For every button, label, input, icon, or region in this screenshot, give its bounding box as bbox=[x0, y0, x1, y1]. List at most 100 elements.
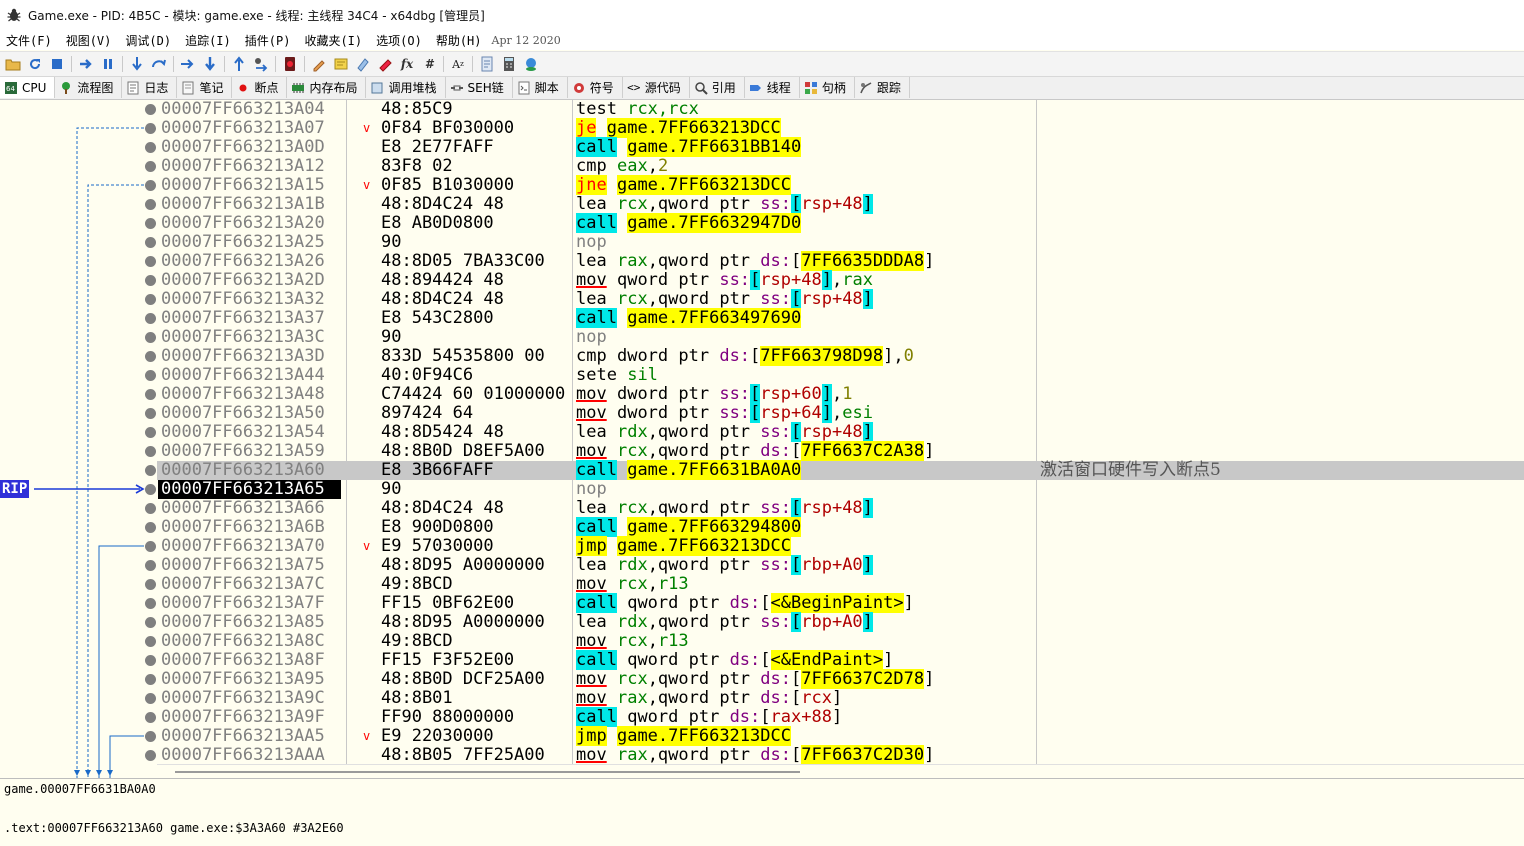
step-over-icon[interactable] bbox=[150, 55, 168, 73]
breakpoint-toggle-icon[interactable] bbox=[145, 579, 156, 590]
tab-references[interactable]: 引用 bbox=[690, 77, 745, 98]
instruction-row[interactable]: 00007FF663213A7C 49:8BCD mov rcx,r13 bbox=[145, 575, 1524, 594]
tab-symbols[interactable]: 符号 bbox=[568, 77, 623, 98]
menu-plugins[interactable]: 插件(P) bbox=[239, 32, 299, 49]
instruction-row[interactable]: 00007FF663213A85 48:8D95 A0000000 lea rdx,… bbox=[145, 612, 1524, 632]
breakpoint-toggle-icon[interactable] bbox=[145, 503, 156, 514]
tab-handles[interactable]: 句柄 bbox=[800, 77, 855, 98]
instruction-row[interactable]: 00007FF663213A9C 48:8B01 mov rax,qword ptr… bbox=[145, 689, 1524, 708]
pause-icon[interactable] bbox=[99, 55, 117, 73]
font-icon[interactable]: Az bbox=[449, 55, 467, 73]
tab-threads[interactable]: 线程 bbox=[745, 77, 800, 98]
instruction-row[interactable]: 00007FF663213A3D 833D 54535800 00 cmp dwor… bbox=[145, 346, 1524, 366]
instruction-row[interactable]: 00007FF663213AA5 v E9 22030000 jmp game.7FF… bbox=[145, 726, 1524, 746]
stop-icon[interactable] bbox=[48, 55, 66, 73]
instruction-row[interactable]: 00007FF663213A32 48:8D4C24 48 lea rcx,qwor… bbox=[145, 289, 1524, 309]
horizontal-scrollbar[interactable] bbox=[157, 764, 1524, 778]
breakpoint-toggle-icon[interactable] bbox=[145, 275, 156, 286]
label-icon[interactable] bbox=[332, 55, 350, 73]
execute-till-return-icon[interactable] bbox=[230, 55, 248, 73]
trace-into-icon[interactable] bbox=[179, 55, 197, 73]
instruction-row[interactable]: 00007FF663213A50 897424 64 mov dword ptr s… bbox=[145, 403, 1524, 423]
instruction-row[interactable]: 00007FF663213A2D 48:894424 48 mov qword pt… bbox=[145, 270, 1524, 290]
instruction-row[interactable]: 00007FF663213A25 90 nop bbox=[145, 233, 1524, 252]
instruction-row[interactable]: 00007FF663213A9F FF90 88000000 call qword … bbox=[145, 707, 1524, 727]
fx-icon[interactable]: fx bbox=[398, 55, 416, 73]
tab-source[interactable]: <> 源代码 bbox=[623, 77, 690, 98]
trace-over-icon[interactable] bbox=[201, 55, 219, 73]
breakpoint-toggle-icon[interactable] bbox=[145, 408, 156, 419]
instruction-row[interactable]: 00007FF663213A07 v 0F84 BF030000 je game.7F… bbox=[145, 118, 1524, 138]
breakpoint-toggle-icon[interactable] bbox=[145, 522, 156, 533]
instruction-row[interactable]: 00007FF663213A7F FF15 0BF62E00 call qword … bbox=[145, 593, 1524, 613]
breakpoint-toggle-icon[interactable] bbox=[145, 104, 156, 115]
open-icon[interactable] bbox=[4, 55, 22, 73]
breakpoint-toggle-icon[interactable] bbox=[145, 693, 156, 704]
instruction-row[interactable]: 00007FF663213A8C 49:8BCD mov rcx,r13 bbox=[145, 632, 1524, 651]
help-icon[interactable] bbox=[522, 55, 540, 73]
breakpoint-toggle-icon[interactable] bbox=[145, 199, 156, 210]
breakpoint-toggle-icon[interactable] bbox=[145, 446, 156, 457]
instruction-row[interactable]: 00007FF663213A95 48:8B0D DCF25A00 mov rcx,… bbox=[145, 669, 1524, 689]
tab-script[interactable]: 脚本 bbox=[513, 77, 568, 98]
breakpoint-icon[interactable] bbox=[281, 55, 299, 73]
breakpoint-toggle-icon[interactable] bbox=[145, 218, 156, 229]
tab-graph[interactable]: 流程图 bbox=[55, 77, 123, 98]
instruction-row[interactable]: 00007FF663213A65 90 nop bbox=[145, 480, 1524, 499]
breakpoint-toggle-icon[interactable] bbox=[145, 389, 156, 400]
breakpoint-toggle-icon[interactable] bbox=[145, 180, 156, 191]
tab-cpu[interactable]: 64 CPU bbox=[0, 77, 56, 98]
instruction-row[interactable]: 00007FF663213A1B 48:8D4C24 48 lea rcx,qwor… bbox=[145, 194, 1524, 214]
instruction-row[interactable]: 00007FF663213A15 v 0F85 B1030000 jne game.7… bbox=[145, 175, 1524, 195]
breakpoint-toggle-icon[interactable] bbox=[145, 313, 156, 324]
tab-notes[interactable]: 笔记 bbox=[177, 77, 233, 98]
instruction-row[interactable]: 00007FF663213A8F FF15 F3F52E00 call qword … bbox=[145, 650, 1524, 670]
breakpoint-toggle-icon[interactable] bbox=[145, 674, 156, 685]
tab-memory-map[interactable]: 内存布局 bbox=[287, 77, 367, 98]
breakpoint-toggle-icon[interactable] bbox=[145, 427, 156, 438]
instruction-row[interactable]: 00007FF663213A12 83F8 02 cmp eax,2 bbox=[145, 157, 1524, 176]
menu-help[interactable]: 帮助(H) bbox=[430, 32, 490, 49]
run-to-user-code-icon[interactable] bbox=[252, 55, 270, 73]
instruction-row[interactable]: 00007FF663213A54 48:8D5424 48 lea rdx,qwor… bbox=[145, 422, 1524, 442]
instruction-row[interactable]: 00007FF663213A26 48:8D05 7BA33C00 lea rax,… bbox=[145, 251, 1524, 271]
breakpoint-toggle-icon[interactable] bbox=[145, 237, 156, 248]
breakpoint-toggle-icon[interactable] bbox=[145, 161, 156, 172]
disassembly-view[interactable]: RIP 00007FF663213A04 48:85C9 test rcx,rcx 0… bbox=[0, 100, 1524, 778]
comment-icon[interactable] bbox=[310, 55, 328, 73]
instruction-row[interactable]: 00007FF663213A48 C74424 60 01000000 mov dw… bbox=[145, 384, 1524, 404]
breakpoint-toggle-icon[interactable] bbox=[145, 541, 156, 552]
tab-callstack[interactable]: 调用堆栈 bbox=[366, 77, 446, 98]
instruction-row[interactable]: 00007FF663213A04 48:85C9 test rcx,rcx bbox=[145, 100, 1524, 119]
breakpoint-toggle-icon[interactable] bbox=[145, 370, 156, 381]
breakpoint-toggle-icon[interactable] bbox=[145, 712, 156, 723]
breakpoint-toggle-icon[interactable] bbox=[145, 750, 156, 761]
instruction-row[interactable]: 00007FF663213A70 v E9 57030000 jmp game.7FF… bbox=[145, 536, 1524, 556]
tab-breakpoints[interactable]: 断点 bbox=[232, 77, 288, 98]
calculator-icon[interactable] bbox=[500, 55, 518, 73]
breakpoint-toggle-icon[interactable] bbox=[145, 294, 156, 305]
run-icon[interactable] bbox=[77, 55, 95, 73]
breakpoint-toggle-icon[interactable] bbox=[145, 351, 156, 362]
instruction-row[interactable]: 00007FF663213A0D E8 2E77FAFF call game.7FF… bbox=[145, 137, 1524, 157]
patch-icon[interactable] bbox=[478, 55, 496, 73]
tab-trace[interactable]: 跟踪 bbox=[855, 77, 910, 98]
step-into-icon[interactable] bbox=[128, 55, 146, 73]
breakpoint-toggle-icon[interactable] bbox=[145, 465, 156, 476]
tab-log[interactable]: 日志 bbox=[122, 77, 178, 98]
scrollbar-thumb[interactable] bbox=[175, 771, 800, 773]
instruction-row[interactable]: 00007FF663213A6B E8 900D0800 call game.7FF… bbox=[145, 517, 1524, 537]
bookmark-icon[interactable] bbox=[354, 55, 372, 73]
instruction-row[interactable]: 00007FF663213A60 E8 3B66FAFF call game.7FF… bbox=[145, 460, 1524, 480]
breakpoint-toggle-icon[interactable] bbox=[145, 636, 156, 647]
menu-favourites[interactable]: 收藏夹(I) bbox=[298, 32, 370, 49]
breakpoint-toggle-icon[interactable] bbox=[145, 123, 156, 134]
breakpoint-toggle-icon[interactable] bbox=[145, 332, 156, 343]
menu-view[interactable]: 视图(V) bbox=[60, 32, 120, 49]
menu-trace[interactable]: 追踪(I) bbox=[179, 32, 239, 49]
breakpoint-toggle-icon[interactable] bbox=[145, 142, 156, 153]
instruction-row[interactable]: 00007FF663213A59 48:8B0D D8EF5A00 mov rcx,… bbox=[145, 441, 1524, 461]
breakpoint-toggle-icon[interactable] bbox=[145, 731, 156, 742]
tab-seh-chain[interactable]: SEH链 bbox=[446, 77, 513, 98]
breakpoint-toggle-icon[interactable] bbox=[145, 655, 156, 666]
